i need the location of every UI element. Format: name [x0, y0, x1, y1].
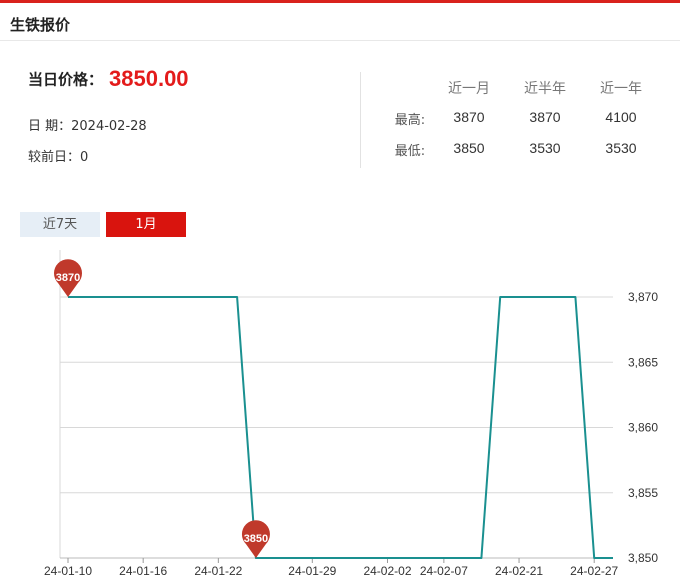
stats-row-high: 最高: 3870 3870 4100 [380, 109, 670, 140]
stats-row-high-label: 最高: [394, 113, 426, 128]
stats-low-halfyear: 3530 [529, 140, 561, 156]
y-tick-label: 3,870 [628, 290, 658, 304]
y-tick-label: 3,850 [628, 551, 658, 565]
x-tick-label: 24-01-29 [288, 564, 336, 578]
current-price-row: 当日价格： 3850.00 [28, 66, 189, 96]
price-line-chart: 3,850 3,855 3,860 3,865 3,870 24-01-10 24-01-1… [44, 250, 658, 578]
price-change: 较前日：0 [28, 150, 89, 165]
x-tick-label: 24-02-07 [420, 564, 468, 578]
stats-col-halfyear: 近半年 [524, 81, 566, 97]
panel-header: 生铁报价 [0, 3, 680, 41]
x-tick-label: 24-02-02 [363, 564, 411, 578]
price-summary: 当日价格： 3850.00 日 期：2024-02-28 较前日：0 近一月 近半… [0, 60, 680, 170]
stats-col-month: 近一月 [448, 81, 490, 97]
grid-lines [60, 296, 613, 559]
y-tick-label: 3,865 [628, 355, 658, 369]
stats-high-year: 4100 [605, 109, 637, 125]
current-price-value: 3850.00 [109, 66, 189, 91]
marker-pin: 3870 [54, 259, 82, 297]
tab-1-month[interactable]: 1月 [106, 212, 186, 237]
marker-pin-label: 3870 [56, 272, 80, 284]
stats-high-month: 3870 [453, 109, 485, 125]
y-tick-label: 3,860 [628, 421, 658, 435]
x-tick-label: 24-02-21 [495, 564, 543, 578]
stats-row-low-label: 最低: [394, 144, 426, 159]
panel-title: 生铁报价 [10, 16, 71, 34]
x-tick-label: 24-01-22 [194, 564, 242, 578]
stats-low-month: 3850 [453, 140, 485, 156]
x-tick-label: 24-02-27 [570, 564, 618, 578]
stats-row-low: 最低: 3850 3530 3530 [380, 140, 670, 171]
tab-7-days[interactable]: 近7天 [20, 212, 100, 237]
stats-high-halfyear: 3870 [529, 109, 561, 125]
x-tick-label: 24-01-16 [119, 564, 167, 578]
stats-header-row: 近一月 近半年 近一年 [380, 78, 670, 109]
marker-pin-label: 3850 [244, 533, 268, 545]
stats-col-year: 近一年 [600, 81, 642, 97]
range-tabs: 近7天 1月 [20, 212, 186, 237]
price-date: 日 期：2024-02-28 [28, 119, 147, 134]
price-chart: 3,850 3,855 3,860 3,865 3,870 24-01-10 24-01-1… [0, 250, 680, 580]
y-tick-label: 3,855 [628, 486, 658, 500]
price-stats-table: 近一月 近半年 近一年 最高: 3870 3870 4100 最低: 3850 … [380, 78, 670, 171]
marker-pin: 3850 [241, 520, 270, 558]
current-price-label: 当日价格： [28, 70, 104, 89]
summary-divider [360, 72, 361, 168]
x-tick-label: 24-01-10 [44, 564, 92, 578]
stats-low-year: 3530 [605, 140, 637, 156]
